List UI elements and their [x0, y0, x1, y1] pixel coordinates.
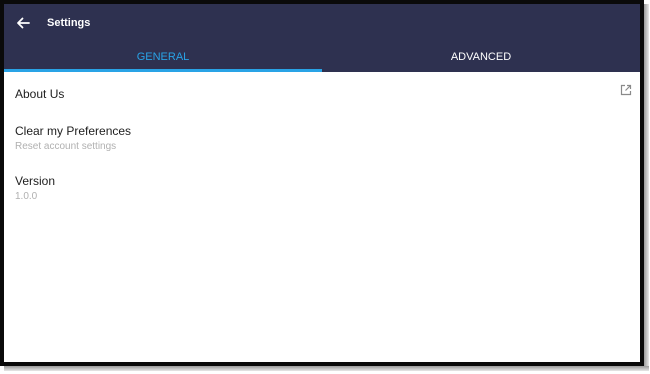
app-window: Settings GENERAL ADVANCED About Us Clear…	[0, 0, 644, 366]
tab-advanced[interactable]: ADVANCED	[322, 44, 640, 72]
window-shadow-right	[644, 4, 649, 370]
external-link-icon[interactable]	[620, 84, 632, 96]
tab-general-label: GENERAL	[136, 51, 190, 63]
about-us-label: About Us	[15, 87, 65, 101]
version-item: Version 1.0.0	[4, 158, 640, 206]
clear-preferences-subtitle: Reset account settings	[15, 141, 117, 152]
clear-preferences-item[interactable]: Clear my Preferences Reset account setti…	[4, 110, 640, 158]
page-title: Settings	[47, 17, 91, 29]
version-value: 1.0.0	[15, 191, 38, 202]
tab-general[interactable]: GENERAL	[4, 44, 322, 72]
tab-bar: GENERAL ADVANCED	[4, 44, 640, 72]
arrow-left-icon	[17, 17, 30, 29]
clear-preferences-label: Clear my Preferences	[15, 124, 132, 138]
window-shadow-bottom	[4, 366, 649, 371]
back-button[interactable]	[12, 12, 34, 34]
tab-advanced-label: ADVANCED	[450, 51, 512, 63]
about-us-item[interactable]: About Us	[4, 72, 640, 110]
version-label: Version	[15, 174, 56, 188]
app-header: Settings GENERAL ADVANCED	[4, 4, 640, 72]
